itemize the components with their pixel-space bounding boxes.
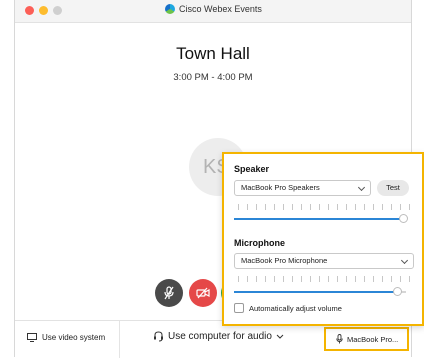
speaker-select-value: MacBook Pro Speakers [241, 183, 320, 192]
chevron-down-icon [276, 334, 284, 339]
level-tick [292, 276, 293, 282]
app-title-text: Cisco Webex Events [179, 4, 262, 14]
chevron-down-icon [400, 256, 409, 265]
level-tick [301, 276, 302, 282]
level-tick [265, 276, 266, 282]
level-tick [355, 276, 356, 282]
level-tick [265, 204, 266, 210]
level-tick [400, 204, 401, 210]
level-tick [283, 276, 284, 282]
audio-connection-label: Use computer for audio [168, 331, 272, 342]
video-off-icon [196, 287, 210, 299]
speaker-select[interactable]: MacBook Pro Speakers [234, 180, 371, 196]
level-tick [274, 204, 275, 210]
bottom-bar-divider [119, 321, 120, 358]
level-tick [337, 276, 338, 282]
level-tick [373, 276, 374, 282]
minimize-window-button[interactable] [39, 6, 48, 15]
auto-adjust-volume-checkbox[interactable] [234, 303, 244, 313]
level-tick [256, 276, 257, 282]
speaker-volume-slider[interactable] [234, 214, 408, 223]
level-tick [247, 276, 248, 282]
level-tick [346, 204, 347, 210]
close-window-button[interactable] [25, 6, 34, 15]
zoom-window-button[interactable] [53, 6, 62, 15]
app-title: Cisco Webex Events [165, 4, 262, 14]
meeting-title: Town Hall [176, 44, 250, 63]
level-tick [283, 204, 284, 210]
meeting-time: 3:00 PM - 4:00 PM [173, 72, 253, 83]
level-tick [274, 276, 275, 282]
level-tick [409, 276, 410, 282]
level-tick [292, 204, 293, 210]
microphone-select[interactable]: MacBook Pro Microphone [234, 253, 414, 269]
audio-device-button[interactable]: MacBook Pro... [324, 327, 409, 351]
audio-connection-dropdown[interactable]: Use computer for audio [153, 331, 284, 342]
muted-microphone-icon [164, 286, 174, 300]
level-tick [328, 276, 329, 282]
microphone-volume-handle[interactable] [393, 287, 403, 296]
level-tick [310, 276, 311, 282]
chevron-down-icon [357, 183, 366, 192]
audio-settings-popup: Speaker MacBook Pro Speakers Test Microp… [222, 152, 424, 326]
microphone-heading: Microphone [234, 238, 285, 248]
stop-video-button[interactable] [189, 279, 217, 307]
level-tick [256, 204, 257, 210]
test-speaker-button[interactable]: Test [377, 180, 409, 196]
level-tick [319, 276, 320, 282]
title-bar: Cisco Webex Events [15, 0, 411, 23]
level-tick [409, 204, 410, 210]
level-tick [328, 204, 329, 210]
level-tick [346, 276, 347, 282]
level-tick [364, 204, 365, 210]
level-tick [373, 204, 374, 210]
microphone-level-meter [234, 276, 414, 284]
microphone-volume-slider[interactable] [234, 287, 406, 296]
computer-audio-icon [154, 331, 163, 342]
speaker-level-meter [234, 204, 414, 212]
mute-button[interactable] [155, 279, 183, 307]
audio-device-label: MacBook Pro... [347, 334, 399, 344]
webex-logo-icon [165, 4, 175, 14]
level-tick [310, 204, 311, 210]
level-tick [382, 276, 383, 282]
video-system-icon [27, 333, 37, 342]
level-tick [301, 204, 302, 210]
level-tick [391, 276, 392, 282]
level-tick [319, 204, 320, 210]
use-video-system-button[interactable]: Use video system [27, 333, 105, 342]
microphone-volume-fill [234, 291, 398, 293]
speaker-volume-fill [234, 218, 403, 220]
level-tick [364, 276, 365, 282]
auto-adjust-volume-label: Automatically adjust volume [249, 303, 342, 313]
level-tick [355, 204, 356, 210]
microphone-select-value: MacBook Pro Microphone [241, 256, 328, 265]
level-tick [382, 204, 383, 210]
speaker-volume-handle[interactable] [398, 214, 408, 223]
level-tick [247, 204, 248, 210]
auto-adjust-volume-option[interactable]: Automatically adjust volume [234, 303, 342, 313]
level-tick [238, 276, 239, 282]
use-video-system-label: Use video system [42, 333, 106, 342]
speaker-heading: Speaker [234, 164, 270, 174]
level-tick [337, 204, 338, 210]
level-tick [238, 204, 239, 210]
microphone-icon [336, 334, 343, 344]
level-tick [391, 204, 392, 210]
level-tick [400, 276, 401, 282]
